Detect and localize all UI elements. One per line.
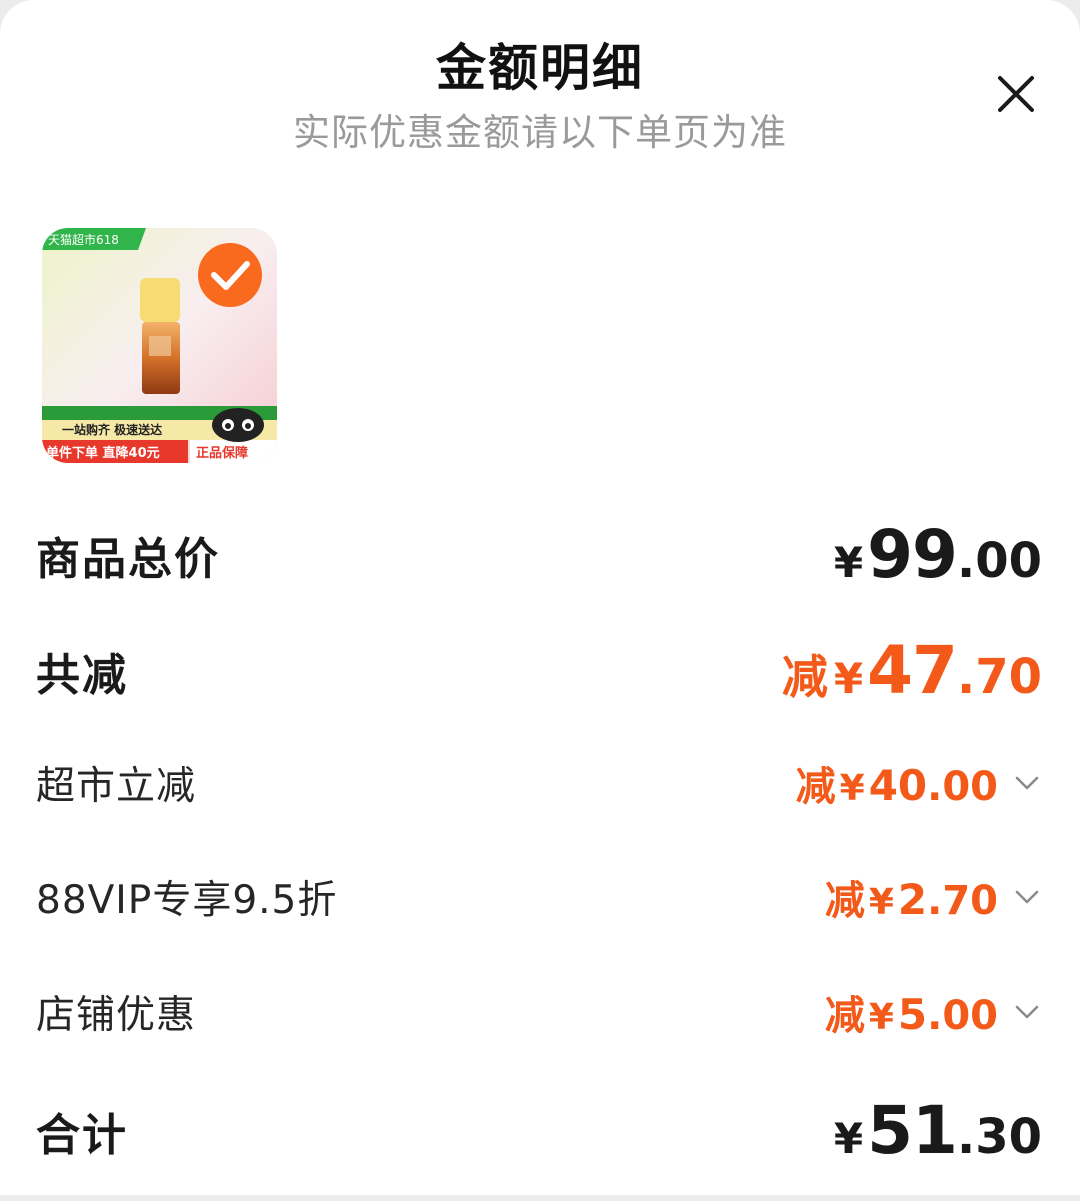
grand-total-value: ¥ 51 .30 xyxy=(834,1092,1042,1169)
amount-integer: 5 xyxy=(897,990,928,1039)
total-reduction-value: 减 ¥ 47 .70 xyxy=(782,632,1042,709)
currency-symbol: ¥ xyxy=(839,768,865,809)
grand-total-row: 合计 ¥ 51 .30 xyxy=(36,1092,1042,1169)
reduction-prefix: 减 xyxy=(824,993,865,1039)
amount-decimal: .70 xyxy=(956,649,1042,705)
amount-detail-sheet: 金额明细 实际优惠金额请以下单页为准 天猫超市618 一站购齐 极速送达 单件下… xyxy=(0,0,1080,1195)
amount-decimal: .00 xyxy=(927,764,998,810)
discount-row-store[interactable]: 店铺优惠 减 ¥ 5 .00 xyxy=(36,983,1042,1041)
discount-value: 减 ¥ 40 .00 xyxy=(796,754,1042,812)
discount-label: 店铺优惠 xyxy=(36,993,197,1038)
banner-line2: 单件下单 直降40元 xyxy=(46,445,160,461)
bottle-cap xyxy=(140,278,180,322)
chevron-down-icon[interactable] xyxy=(1012,882,1042,912)
total-reduction-row: 共减 减 ¥ 47 .70 xyxy=(36,632,1042,709)
product-thumbnail[interactable]: 天猫超市618 一站购齐 极速送达 单件下单 直降40元 正品保障 xyxy=(42,228,277,463)
amount-decimal: .30 xyxy=(956,1109,1042,1165)
check-circle-icon xyxy=(198,243,262,307)
currency-symbol: ¥ xyxy=(868,882,894,923)
grand-total-label: 合计 xyxy=(36,1109,128,1161)
bottle-body xyxy=(142,322,180,394)
amount-integer: 99 xyxy=(867,516,958,593)
banner-tag: 正品保障 xyxy=(196,445,248,461)
close-icon xyxy=(998,76,1034,112)
amount-decimal: .70 xyxy=(927,878,998,924)
discount-label: 88VIP专享9.5折 xyxy=(36,878,338,923)
total-price-value: ¥ 99 .00 xyxy=(834,516,1042,593)
reduction-prefix: 减 xyxy=(781,650,828,704)
amount-integer: 47 xyxy=(867,632,958,709)
amount-decimal: .00 xyxy=(927,993,998,1039)
store-badge-text: 天猫超市618 xyxy=(48,232,119,247)
currency-symbol: ¥ xyxy=(868,997,894,1038)
discount-row-88vip[interactable]: 88VIP专享9.5折 减 ¥ 2 .70 xyxy=(36,868,1042,926)
amount-integer: 51 xyxy=(867,1092,958,1169)
reduction-prefix: 减 xyxy=(795,764,836,810)
chevron-down-icon[interactable] xyxy=(1012,997,1042,1027)
discount-value: 减 ¥ 2 .70 xyxy=(825,868,1042,926)
sheet-title: 金额明细 xyxy=(436,39,644,97)
discount-value: 减 ¥ 5 .00 xyxy=(825,983,1042,1041)
total-price-label: 商品总价 xyxy=(36,533,220,585)
total-reduction-label: 共减 xyxy=(36,649,128,701)
currency-symbol: ¥ xyxy=(833,1114,864,1163)
product-image: 天猫超市618 一站购齐 极速送达 单件下单 直降40元 正品保障 xyxy=(42,228,277,463)
chevron-down-icon[interactable] xyxy=(1012,768,1042,798)
banner-line1: 一站购齐 极速送达 xyxy=(62,422,162,437)
amount-integer: 40 xyxy=(868,761,928,810)
reduction-prefix: 减 xyxy=(824,878,865,924)
amount-decimal: .00 xyxy=(956,533,1042,589)
sheet-subtitle: 实际优惠金额请以下单页为准 xyxy=(293,111,787,154)
close-button[interactable] xyxy=(990,68,1042,120)
discount-row-supermarket[interactable]: 超市立减 减 ¥ 40 .00 xyxy=(36,754,1042,812)
discount-label: 超市立减 xyxy=(36,764,197,809)
amount-integer: 2 xyxy=(897,875,928,924)
cat-mascot-icon xyxy=(212,408,264,442)
total-price-row: 商品总价 ¥ 99 .00 xyxy=(36,516,1042,593)
currency-symbol: ¥ xyxy=(833,654,864,703)
currency-symbol: ¥ xyxy=(833,538,864,587)
